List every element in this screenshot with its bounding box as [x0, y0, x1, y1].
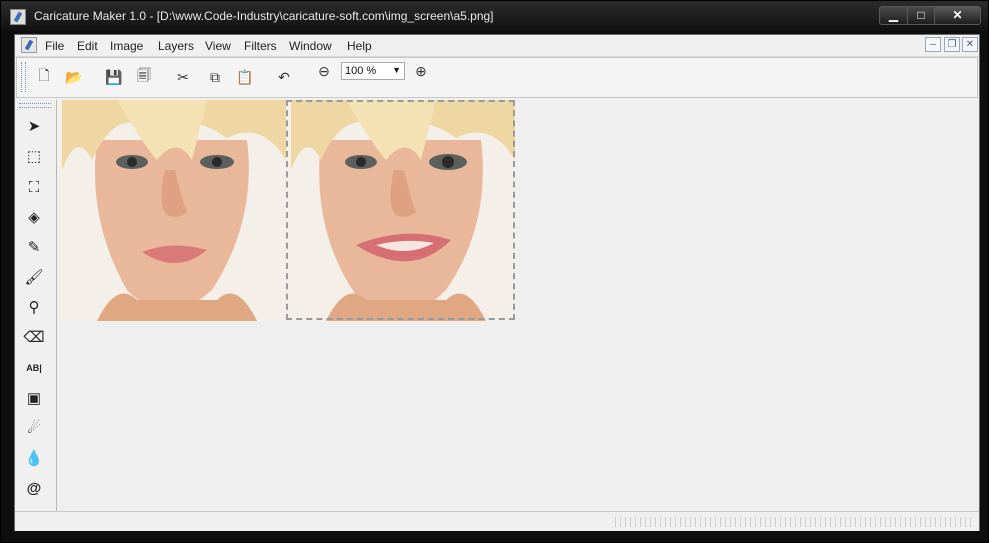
minimize-button[interactable]: ▁	[879, 6, 908, 25]
tools-panel-grip[interactable]	[19, 103, 51, 108]
app-icon[interactable]	[10, 9, 26, 25]
copy-icon[interactable]: ⧉	[204, 66, 226, 88]
document-icon[interactable]	[21, 37, 37, 53]
menu-layers[interactable]: Layers	[158, 39, 194, 53]
drop-tool-icon[interactable]: 💧	[21, 446, 47, 470]
zoom-select[interactable]: 100 % ▼	[341, 62, 405, 80]
eyedropper-tool-icon[interactable]: ⚲	[21, 295, 47, 319]
open-icon[interactable]: 📂	[63, 66, 85, 88]
rect-select-tool-icon[interactable]: ⬚	[21, 144, 47, 168]
mdi-restore-button[interactable]: ❐	[944, 37, 960, 52]
image-tool-icon[interactable]: ▣	[21, 386, 47, 410]
fill-tool-icon[interactable]: ◈	[21, 205, 47, 229]
menu-filters[interactable]: Filters	[244, 39, 277, 53]
image-canvas[interactable]	[57, 100, 979, 511]
window-title: Caricature Maker 1.0 - [D:\www.Code-Indu…	[34, 9, 494, 23]
mdi-minimize-button[interactable]: –	[925, 37, 941, 52]
zoom-value: 100 %	[345, 65, 377, 77]
tools-panel: ➤ ⬚ ⛶ ◈ ✎ 🖌 ⚲ ⌫ AB| ▣ ☄ 💧 @	[16, 100, 57, 511]
app-window: Caricature Maker 1.0 - [D:\www.Code-Indu…	[0, 0, 989, 543]
main-toolbar: 🗋 📂 💾 🗐 ✂ ⧉ 📋 ↶ ⊖ 100 % ▼ ⊕	[16, 57, 978, 98]
title-bar[interactable]: Caricature Maker 1.0 - [D:\www.Code-Indu…	[1, 1, 988, 31]
menu-image[interactable]: Image	[110, 39, 143, 53]
chevron-down-icon[interactable]: ▼	[392, 65, 401, 75]
menu-bar: File Edit Image Layers View Filters Wind…	[15, 35, 979, 57]
menu-edit[interactable]: Edit	[77, 39, 98, 53]
menu-help[interactable]: Help	[347, 39, 372, 53]
maximize-button[interactable]: □	[907, 6, 935, 25]
status-bar	[15, 511, 979, 531]
close-button[interactable]: ✕	[934, 6, 981, 25]
crop-tool-icon[interactable]: ⛶	[21, 175, 47, 199]
status-bar-grip[interactable]	[615, 517, 975, 527]
undo-icon[interactable]: ↶	[273, 66, 295, 88]
smudge-tool-icon[interactable]: ☄	[21, 416, 47, 440]
move-tool-icon[interactable]: ➤	[21, 114, 47, 138]
menu-file[interactable]: File	[45, 39, 64, 53]
menu-window[interactable]: Window	[289, 39, 332, 53]
text-tool-icon[interactable]: AB|	[21, 356, 47, 380]
save-all-icon[interactable]: 🗐	[133, 66, 155, 88]
mdi-close-button[interactable]: ✕	[962, 37, 978, 52]
zoom-in-icon[interactable]: ⊕	[410, 60, 432, 82]
twirl-tool-icon[interactable]: @	[21, 476, 47, 500]
caricature-face-image[interactable]	[286, 100, 515, 321]
save-icon[interactable]: 💾	[103, 66, 125, 88]
toolbar-grip[interactable]	[21, 62, 26, 92]
menu-view[interactable]: View	[205, 39, 231, 53]
zoom-out-icon[interactable]: ⊖	[313, 60, 335, 82]
paste-icon[interactable]: 📋	[234, 66, 256, 88]
cut-icon[interactable]: ✂	[172, 66, 194, 88]
brush-tool-icon[interactable]: 🖌	[21, 265, 47, 289]
original-face-image[interactable]	[57, 100, 286, 321]
client-area: File Edit Image Layers View Filters Wind…	[14, 34, 980, 531]
eraser-tool-icon[interactable]: ⌫	[21, 325, 47, 349]
new-icon[interactable]: 🗋	[33, 66, 55, 88]
pencil-tool-icon[interactable]: ✎	[21, 235, 47, 259]
